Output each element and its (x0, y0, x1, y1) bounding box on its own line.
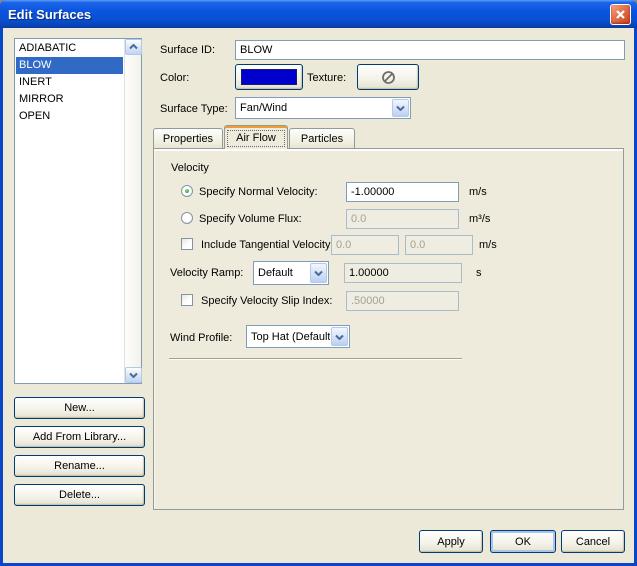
cancel-button[interactable]: Cancel (561, 530, 625, 553)
tangential-velocity-unit: m/s (479, 239, 497, 251)
tangential-velocity-input-1 (331, 235, 399, 255)
velocity-ramp-time-input (344, 263, 462, 283)
velocity-ramp-label: Velocity Ramp: (170, 267, 244, 279)
tangential-velocity-input-2 (405, 235, 473, 255)
edit-surfaces-dialog: Edit Surfaces ADIABATIC BLOW INERT MIRRO… (0, 0, 637, 566)
dropdown-arrow-button[interactable] (392, 99, 409, 117)
list-item[interactable]: ADIABATIC (16, 40, 123, 57)
list-item[interactable]: INERT (16, 74, 123, 91)
apply-button[interactable]: Apply (419, 530, 483, 553)
slip-index-label: Specify Velocity Slip Index: (201, 295, 333, 307)
no-texture-icon (381, 70, 395, 84)
texture-label: Texture: (307, 72, 347, 84)
slip-index-input (346, 291, 459, 311)
surface-type-select[interactable]: Fan/Wind (235, 97, 411, 119)
chevron-down-icon (129, 372, 138, 378)
velocity-group-label: Velocity (171, 162, 209, 174)
air-flow-panel: Velocity Specify Normal Velocity: m/s Sp… (153, 148, 624, 510)
list-item-selected[interactable]: BLOW (16, 57, 123, 74)
color-picker-button[interactable] (235, 64, 303, 90)
surface-type-value: Fan/Wind (240, 102, 288, 114)
tab-label: Air Flow (236, 131, 276, 144)
new-button[interactable]: New... (14, 397, 145, 419)
velocity-ramp-unit: s (476, 267, 482, 279)
wind-profile-label: Wind Profile: (170, 332, 233, 344)
volume-flux-input (346, 209, 459, 229)
volume-flux-label: Specify Volume Flux: (199, 213, 302, 225)
normal-velocity-radio[interactable] (181, 185, 193, 197)
delete-button[interactable]: Delete... (14, 484, 145, 506)
separator (169, 358, 462, 360)
normal-velocity-input[interactable] (346, 182, 459, 202)
volume-flux-unit: m³/s (469, 213, 491, 225)
titlebar[interactable]: Edit Surfaces (0, 0, 637, 28)
close-icon (616, 10, 625, 19)
tab-label: Particles (300, 133, 344, 145)
ok-button[interactable]: OK (490, 530, 556, 553)
list-item[interactable]: OPEN (16, 108, 123, 125)
tab-properties[interactable]: Properties (153, 128, 223, 149)
tab-particles[interactable]: Particles (289, 128, 355, 149)
volume-flux-radio[interactable] (181, 212, 193, 224)
chevron-up-icon (129, 44, 138, 50)
add-from-library-button[interactable]: Add From Library... (14, 426, 145, 448)
tangential-velocity-label: Include Tangential Velocity: (201, 239, 334, 251)
dropdown-arrow-button[interactable] (310, 263, 327, 283)
normal-velocity-label: Specify Normal Velocity: (199, 186, 318, 198)
list-item[interactable]: MIRROR (16, 91, 123, 108)
dropdown-arrow-button[interactable] (331, 327, 348, 346)
color-swatch (241, 69, 297, 85)
color-label: Color: (160, 72, 190, 84)
wind-profile-select[interactable]: Top Hat (Default) (246, 325, 350, 348)
surface-id-input[interactable] (235, 40, 625, 60)
surface-id-label: Surface ID: (160, 44, 216, 56)
surface-list[interactable]: ADIABATIC BLOW INERT MIRROR OPEN (14, 38, 142, 384)
velocity-ramp-select[interactable]: Default (253, 261, 329, 285)
rename-button[interactable]: Rename... (14, 455, 145, 477)
velocity-ramp-value: Default (258, 267, 293, 279)
surface-type-label: Surface Type: (160, 103, 228, 115)
scroll-up-button[interactable] (125, 39, 142, 55)
normal-velocity-unit: m/s (469, 186, 487, 198)
tab-label: Properties (162, 133, 214, 145)
dialog-body: ADIABATIC BLOW INERT MIRROR OPEN New... … (3, 28, 634, 563)
chevron-down-icon (396, 105, 405, 111)
close-button[interactable] (610, 4, 631, 25)
chevron-down-icon (314, 270, 323, 276)
wind-profile-value: Top Hat (Default) (251, 330, 330, 343)
tangential-velocity-checkbox[interactable] (181, 238, 193, 250)
chevron-down-icon (335, 334, 344, 340)
window-title: Edit Surfaces (8, 6, 92, 22)
texture-button[interactable] (357, 64, 419, 90)
list-scrollbar[interactable] (124, 39, 142, 383)
slip-index-checkbox[interactable] (181, 294, 193, 306)
tab-air-flow[interactable]: Air Flow (224, 125, 288, 149)
scroll-down-button[interactable] (125, 367, 142, 383)
